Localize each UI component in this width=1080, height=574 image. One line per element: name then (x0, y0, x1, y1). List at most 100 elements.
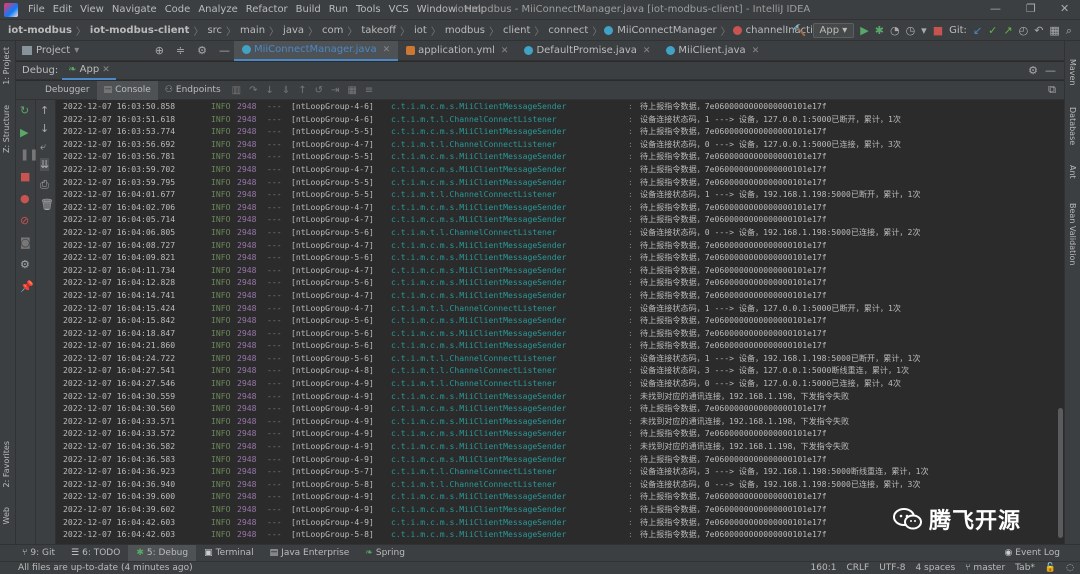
project-structure-icon[interactable]: ▦ (1049, 24, 1059, 37)
menu-code[interactable]: Code (161, 4, 195, 15)
pin-icon[interactable]: 📌 (20, 280, 34, 293)
tab-java-enterprise[interactable]: ▤ Java Enterprise (262, 545, 358, 562)
menu-tools[interactable]: Tools (352, 4, 385, 15)
rerun-icon[interactable]: ↻ (20, 104, 29, 117)
indent-setting[interactable]: 4 spaces (915, 563, 955, 573)
build-hammer-icon[interactable]: 🔨 (793, 24, 807, 37)
menu-file[interactable]: File (24, 4, 49, 15)
git-branch[interactable]: ⑂ master (965, 563, 1005, 573)
step-into-icon[interactable]: ↓ (261, 85, 277, 96)
run-config-select[interactable]: App ▾ (812, 23, 855, 38)
close-tab-icon[interactable]: ✕ (383, 45, 391, 55)
breadcrumb-item[interactable]: connect (546, 25, 590, 36)
tab-todo[interactable]: ☰ 6: TODO (63, 545, 128, 562)
minimize-icon[interactable]: — (990, 2, 1001, 15)
tab-git[interactable]: ⑂ 9: Git (14, 545, 63, 562)
soft-wrap-icon[interactable]: ⤶ (40, 140, 46, 154)
gear-icon[interactable]: ⚙ (1028, 64, 1038, 77)
debug-icon[interactable]: ✱ (875, 24, 884, 37)
tool-window-project[interactable]: 1: Project (2, 47, 11, 85)
tab-console[interactable]: ▤ Console (96, 80, 158, 100)
close-tab-icon[interactable]: ✕ (501, 46, 509, 56)
force-step-into-icon[interactable]: ⇓ (278, 85, 294, 96)
debug-session-tab[interactable]: ❧ App ✕ (62, 62, 116, 80)
tool-window-structure[interactable]: Z: Structure (2, 105, 11, 153)
tool-window-web[interactable]: Web (2, 507, 11, 524)
tool-window-ant[interactable]: Ant (1068, 165, 1077, 179)
tab-spring[interactable]: ❧ Spring (357, 545, 413, 562)
console-output[interactable]: 2022-12-07 16:03:50.858 INFO 2948 --- [ntLoo… (57, 100, 1057, 540)
lock-icon[interactable]: 🔓 (1045, 563, 1056, 573)
tab-debug[interactable]: ✱ 5: Debug (128, 544, 197, 562)
camera-icon[interactable]: ◙ (20, 236, 31, 249)
locate-icon[interactable]: ⊕ (151, 44, 168, 57)
breadcrumb-item[interactable]: client (501, 25, 532, 36)
coverage-icon[interactable]: ◔ (890, 24, 900, 37)
stop-icon[interactable]: ■ (933, 24, 943, 37)
console-scrollbar[interactable] (1057, 100, 1064, 540)
breadcrumb-item[interactable]: iot-modbus (6, 25, 74, 36)
notification-icon[interactable]: ◌ (1066, 563, 1074, 573)
menu-analyze[interactable]: Analyze (194, 4, 241, 15)
tool-window-maven[interactable]: Maven (1068, 59, 1077, 86)
hide-icon[interactable]: — (1045, 64, 1056, 77)
print-icon[interactable]: ⎙ (40, 178, 49, 192)
close-tab-icon[interactable]: ✕ (752, 46, 760, 56)
arrow-down-icon[interactable]: ↓ (40, 122, 49, 135)
resume-icon[interactable]: ▶ (20, 126, 28, 139)
tab-miiclient[interactable]: MiiClient.java ✕ (658, 41, 767, 61)
close-tab-icon[interactable]: ✕ (102, 65, 110, 75)
breadcrumb-item[interactable]: iot-modbus-client (88, 25, 192, 36)
clear-icon[interactable]: 🗑 (40, 198, 54, 211)
rollback-icon[interactable]: ↶ (1034, 24, 1043, 37)
scroll-to-end-icon[interactable]: ⇊ (40, 158, 50, 171)
search-everywhere-icon[interactable]: ⌕ (1066, 24, 1072, 38)
more-icon[interactable]: ≡ (361, 85, 377, 96)
profile-icon[interactable]: ◷ (906, 24, 916, 37)
project-panel-header[interactable]: Project ▾ ⊕ ≑ ⚙ — (16, 44, 234, 57)
arrow-up-icon[interactable]: ↑ (40, 104, 49, 117)
tab-debugger[interactable]: Debugger (38, 81, 97, 100)
breadcrumb-item[interactable]: modbus (443, 25, 487, 36)
tab-defaultpromise[interactable]: DefaultPromise.java ✕ (516, 41, 658, 61)
breadcrumb-item[interactable]: iot (412, 25, 429, 36)
stop-icon[interactable]: ■ (20, 170, 30, 183)
menu-run[interactable]: Run (325, 4, 352, 15)
line-separator[interactable]: CRLF (846, 563, 869, 573)
tab-status[interactable]: Tab* (1015, 563, 1035, 573)
mute-breakpoints-icon[interactable]: ⊘ (20, 214, 29, 227)
step-over-icon[interactable]: ↷ (245, 85, 261, 96)
breadcrumb-item[interactable]: java (281, 25, 306, 36)
git-commit-icon[interactable]: ✓ (988, 24, 997, 37)
run-icon[interactable]: ▶ (860, 24, 868, 37)
scrollbar-thumb[interactable] (1058, 408, 1063, 538)
event-log[interactable]: ◉ Event Log (1005, 548, 1060, 558)
breadcrumb-item[interactable]: src (205, 25, 224, 36)
tab-endpoints[interactable]: ⚇ Endpoints (158, 81, 228, 100)
gear-icon[interactable]: ⚙ (20, 258, 30, 271)
breadcrumb-item[interactable]: main (238, 25, 267, 36)
menu-build[interactable]: Build (292, 4, 325, 15)
menu-edit[interactable]: Edit (49, 4, 76, 15)
tool-window-favorites[interactable]: 2: Favorites (2, 441, 11, 487)
tab-terminal[interactable]: ▣ Terminal (196, 545, 262, 562)
view-breakpoints-icon[interactable]: ● (20, 192, 30, 205)
close-icon[interactable]: ✕ (1060, 2, 1069, 15)
menu-vcs[interactable]: VCS (385, 4, 413, 15)
breadcrumb-item[interactable]: MiiConnectManager (615, 25, 718, 36)
evaluate-icon[interactable]: ▦ (343, 85, 360, 96)
chevron-down-icon[interactable]: ▾ (74, 45, 79, 56)
maximize-icon[interactable]: ❐ (1026, 2, 1036, 15)
more-run-icon[interactable]: ▾ (921, 24, 927, 37)
step-out-icon[interactable]: ↑ (294, 85, 310, 96)
tab-application-yml[interactable]: application.yml ✕ (398, 41, 516, 61)
layout-icon[interactable]: ▥ (228, 85, 245, 96)
gear-icon[interactable]: ⚙ (193, 44, 211, 57)
breadcrumb-item[interactable]: com (320, 25, 345, 36)
breadcrumb-item[interactable]: takeoff (359, 25, 398, 36)
menu-navigate[interactable]: Navigate (108, 4, 161, 15)
caret-position[interactable]: 160:1 (811, 563, 837, 573)
run-to-cursor-icon[interactable]: ⇥ (327, 85, 343, 96)
menu-refactor[interactable]: Refactor (242, 4, 292, 15)
history-icon[interactable]: ◴ (1019, 24, 1029, 37)
